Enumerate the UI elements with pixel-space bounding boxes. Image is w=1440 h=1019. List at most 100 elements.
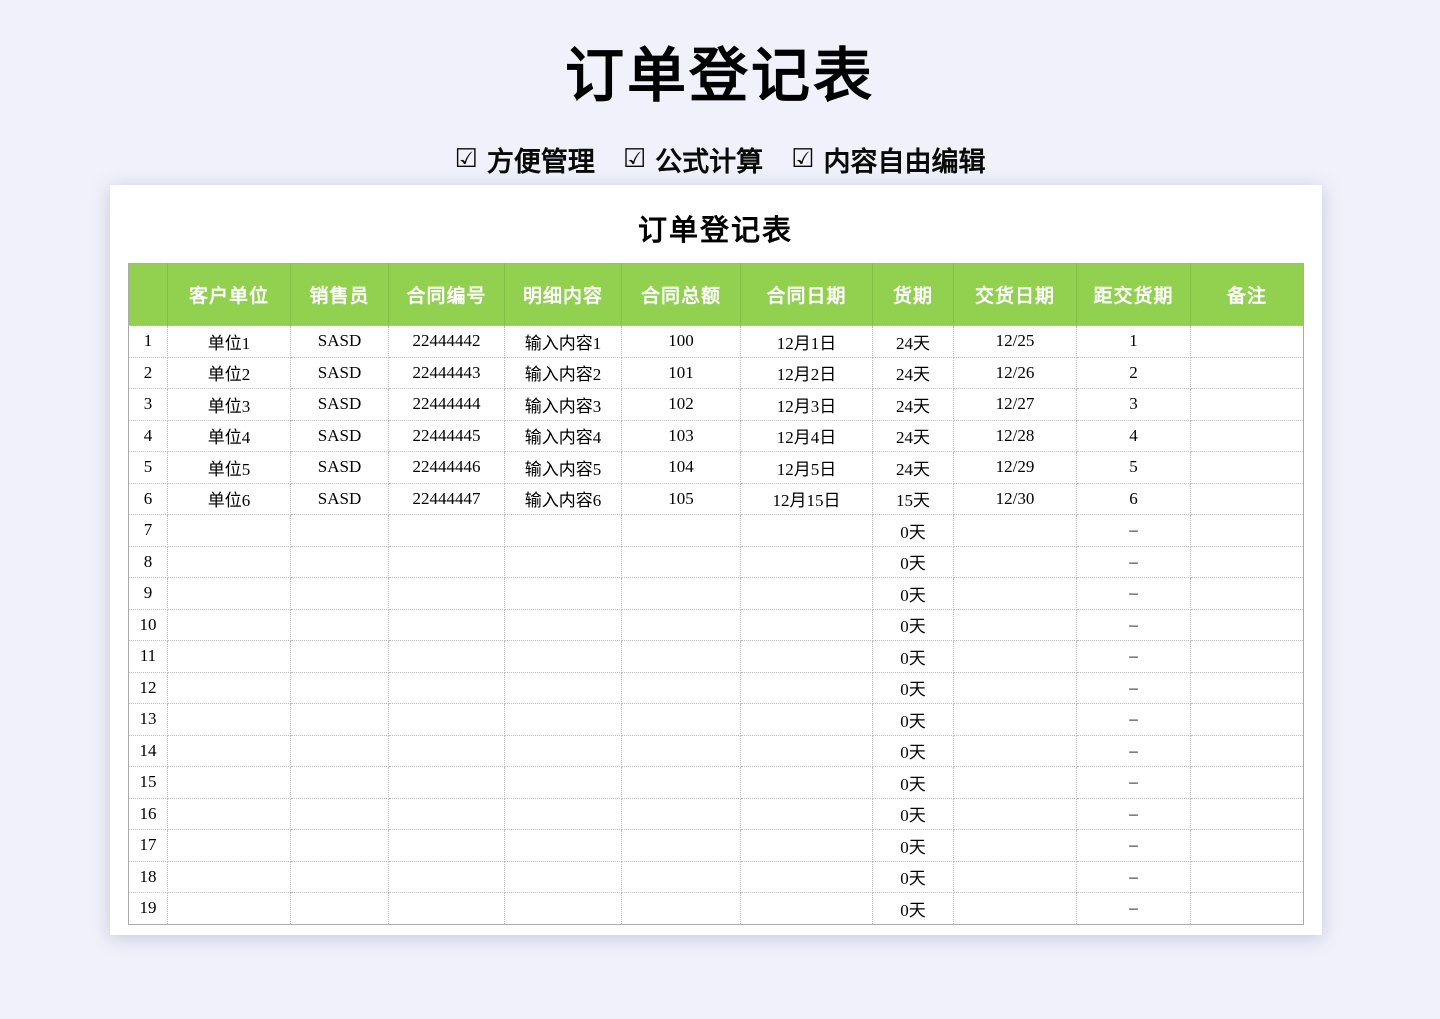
table-cell — [741, 861, 873, 893]
row-number: 10 — [129, 609, 168, 641]
table-cell: 12/26 — [954, 357, 1077, 389]
table-cell — [168, 672, 291, 704]
table-cell — [291, 672, 389, 704]
checkbox-checked-icon: ☑ — [623, 143, 646, 174]
table-cell: – — [1077, 893, 1191, 925]
table-cell: 单位1 — [168, 326, 291, 358]
table-cell — [291, 578, 389, 610]
table-cell — [741, 672, 873, 704]
table-cell — [291, 767, 389, 799]
table-cell — [1191, 830, 1304, 862]
table-cell: 输入内容5 — [505, 452, 622, 484]
table-cell: 22444447 — [389, 483, 505, 515]
table-cell — [1191, 357, 1304, 389]
table-cell: 0天 — [873, 861, 954, 893]
table-cell — [1191, 452, 1304, 484]
table-cell: 15天 — [873, 483, 954, 515]
table-cell: 24天 — [873, 326, 954, 358]
corner-cell — [129, 264, 168, 326]
table-cell — [291, 546, 389, 578]
table-cell: – — [1077, 609, 1191, 641]
table-cell: 0天 — [873, 735, 954, 767]
row-number: 18 — [129, 861, 168, 893]
table-cell — [291, 830, 389, 862]
table-cell: 12月15日 — [741, 483, 873, 515]
table-cell: 12月2日 — [741, 357, 873, 389]
table-cell: 0天 — [873, 672, 954, 704]
table-cell — [954, 515, 1077, 547]
table-cell: SASD — [291, 420, 389, 452]
table-cell: 0天 — [873, 641, 954, 673]
table-cell: 12月3日 — [741, 389, 873, 421]
table-cell — [622, 704, 741, 736]
table-cell: – — [1077, 767, 1191, 799]
table-cell — [389, 578, 505, 610]
table-cell: – — [1077, 798, 1191, 830]
table-cell — [1191, 578, 1304, 610]
table-cell: 12月1日 — [741, 326, 873, 358]
table-row: 130天– — [129, 704, 1304, 736]
table-cell: 输入内容6 — [505, 483, 622, 515]
row-number: 11 — [129, 641, 168, 673]
table-cell — [168, 798, 291, 830]
table-cell — [168, 704, 291, 736]
row-number: 16 — [129, 798, 168, 830]
table-row: 100天– — [129, 609, 1304, 641]
table-body: 1单位1SASD22444442输入内容110012月1日24天12/2512单… — [129, 326, 1304, 925]
row-number: 14 — [129, 735, 168, 767]
table-cell: 单位6 — [168, 483, 291, 515]
table-cell — [291, 735, 389, 767]
table-row: 190天– — [129, 893, 1304, 925]
table-cell — [168, 861, 291, 893]
row-number: 15 — [129, 767, 168, 799]
table-cell: 101 — [622, 357, 741, 389]
table-row: 70天– — [129, 515, 1304, 547]
table-cell: 0天 — [873, 830, 954, 862]
row-number: 4 — [129, 420, 168, 452]
table-cell — [1191, 515, 1304, 547]
table-cell — [291, 704, 389, 736]
table-cell — [954, 830, 1077, 862]
table-cell: – — [1077, 641, 1191, 673]
table-row: 120天– — [129, 672, 1304, 704]
table-cell — [1191, 641, 1304, 673]
table-cell — [954, 641, 1077, 673]
table-cell — [505, 515, 622, 547]
table-cell — [389, 672, 505, 704]
table-cell — [389, 609, 505, 641]
table-row: 170天– — [129, 830, 1304, 862]
row-number: 17 — [129, 830, 168, 862]
table-cell — [741, 515, 873, 547]
table-cell — [1191, 704, 1304, 736]
table-cell — [168, 767, 291, 799]
table-cell: 105 — [622, 483, 741, 515]
table-cell — [741, 641, 873, 673]
table-cell — [1191, 861, 1304, 893]
table-cell — [622, 830, 741, 862]
table-row: 90天– — [129, 578, 1304, 610]
table-cell: 输入内容1 — [505, 326, 622, 358]
table-cell — [622, 641, 741, 673]
column-header: 距交货期 — [1077, 264, 1191, 326]
table-cell — [168, 893, 291, 925]
table-cell: 22444444 — [389, 389, 505, 421]
table-cell: 12/27 — [954, 389, 1077, 421]
table-cell: 4 — [1077, 420, 1191, 452]
table-cell — [954, 609, 1077, 641]
row-number: 12 — [129, 672, 168, 704]
table-row: 160天– — [129, 798, 1304, 830]
table-row: 6单位6SASD22444447输入内容610512月15日15天12/306 — [129, 483, 1304, 515]
feature-item: ☑内容自由编辑 — [791, 140, 985, 179]
table-cell — [1191, 767, 1304, 799]
table-cell — [505, 830, 622, 862]
table-cell — [954, 672, 1077, 704]
page-title: 订单登记表 — [0, 28, 1440, 113]
table-cell: – — [1077, 515, 1191, 547]
table-cell — [168, 578, 291, 610]
table-cell: 24天 — [873, 357, 954, 389]
table-cell — [741, 609, 873, 641]
table-row: 2单位2SASD22444443输入内容210112月2日24天12/262 — [129, 357, 1304, 389]
table-cell — [389, 830, 505, 862]
table-cell — [505, 735, 622, 767]
table-cell: 单位2 — [168, 357, 291, 389]
